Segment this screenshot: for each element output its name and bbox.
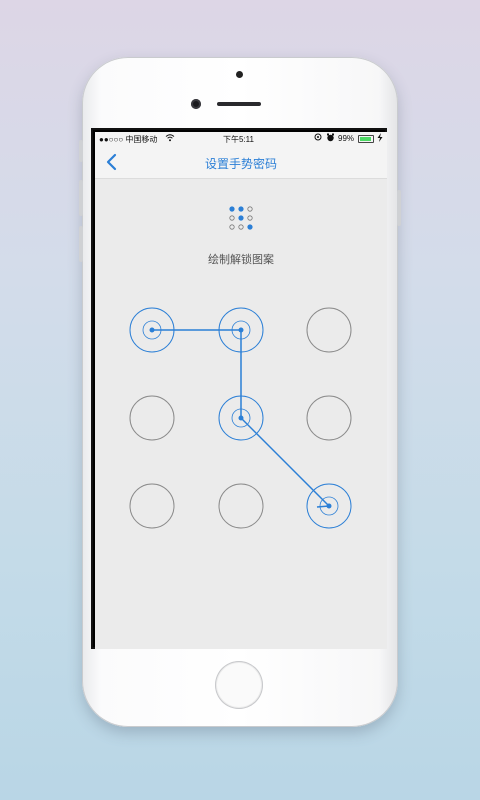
- pattern-node[interactable]: [218, 483, 264, 529]
- pattern-node[interactable]: [129, 395, 175, 441]
- earpiece-speaker: [217, 102, 261, 106]
- power-button: [397, 190, 401, 226]
- home-button[interactable]: [215, 661, 263, 709]
- pattern-grid[interactable]: [95, 132, 387, 649]
- phone-screen: ●●○○○ 中国移动 下午5:11 99% 设置手势密码 绘制解锁图案: [91, 128, 387, 649]
- pattern-node[interactable]: [129, 483, 175, 529]
- volume-down-button: [79, 226, 83, 262]
- pattern-node[interactable]: [306, 395, 352, 441]
- pattern-node[interactable]: [306, 483, 352, 529]
- front-camera: [191, 99, 201, 109]
- mute-switch: [79, 140, 83, 162]
- volume-up-button: [79, 180, 83, 216]
- app-screen: ●●○○○ 中国移动 下午5:11 99% 设置手势密码 绘制解锁图案: [95, 132, 387, 649]
- sensor-dot: [236, 71, 243, 78]
- pattern-node[interactable]: [306, 307, 352, 353]
